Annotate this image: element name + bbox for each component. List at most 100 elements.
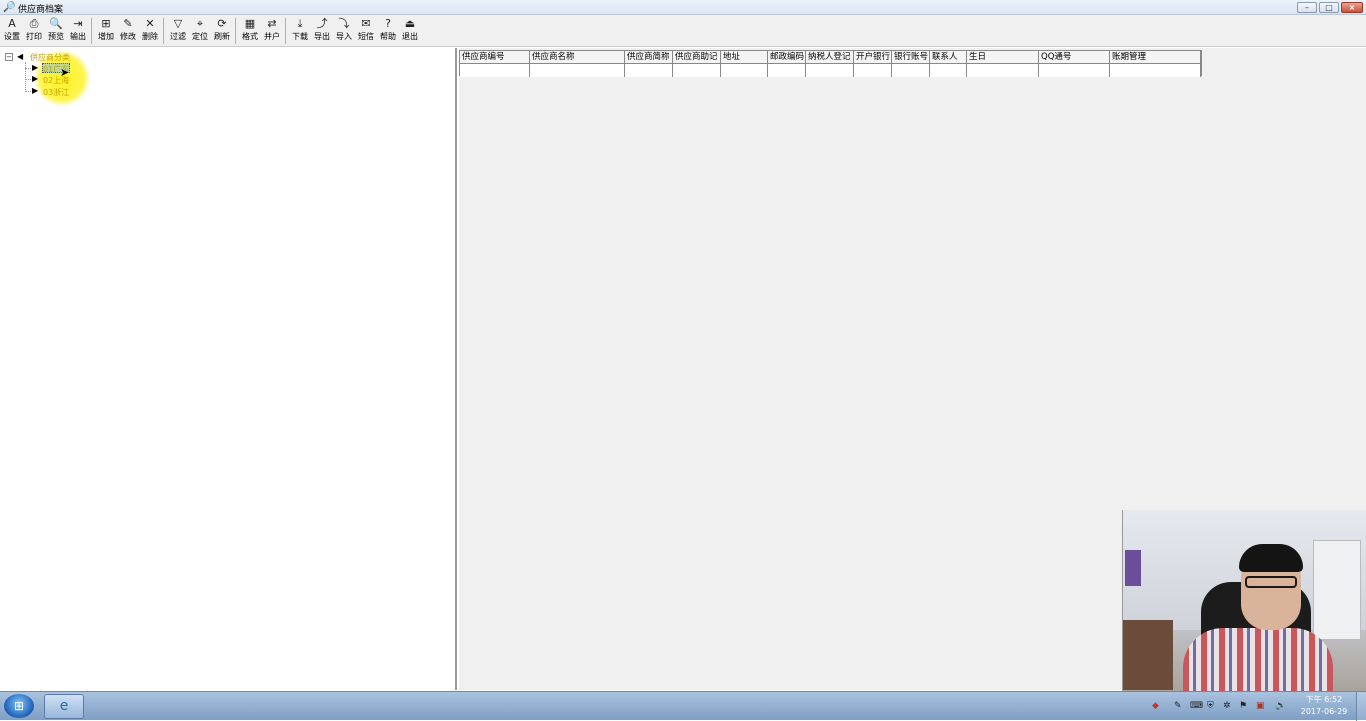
browser-icon: e xyxy=(59,698,69,714)
webcam-overlay xyxy=(1122,510,1366,691)
format-button[interactable]: ▦ 格式 xyxy=(239,17,261,45)
tray-shield-icon[interactable]: ⛨ xyxy=(1207,701,1214,711)
webcam-presenter-glasses xyxy=(1245,576,1297,588)
mouse-pointer-icon: ➤ xyxy=(60,66,70,79)
export-icon: ⤴ xyxy=(316,17,328,30)
toolbar-separator xyxy=(285,18,286,44)
toolbar-separator xyxy=(235,18,236,44)
column-header[interactable]: 银行账号 xyxy=(892,51,930,64)
tree-node-arrow-icon: ▶ xyxy=(32,74,39,83)
column-header[interactable]: 地址 xyxy=(721,51,768,64)
tray-app-icon[interactable]: ◆ xyxy=(1152,701,1159,711)
column-header[interactable]: 联系人 xyxy=(930,51,967,64)
merge-icon: ⇄ xyxy=(267,17,277,30)
column-header[interactable]: 供应商编号 xyxy=(460,51,530,64)
grid-cell[interactable] xyxy=(625,64,673,77)
tree-node-arrow-icon: ▶ xyxy=(32,63,39,72)
export-button[interactable]: ⤴ 导出 xyxy=(311,17,333,45)
format-icon: ▦ xyxy=(244,17,256,30)
start-button[interactable]: ⊞ xyxy=(4,694,34,718)
taskbar-app-button[interactable]: e xyxy=(44,694,84,719)
tray-network-icon[interactable]: ▣ xyxy=(1256,701,1265,711)
show-desktop-button[interactable] xyxy=(1356,692,1366,721)
maximize-button[interactable]: □ xyxy=(1319,2,1339,13)
close-button[interactable]: × xyxy=(1341,2,1363,13)
column-header[interactable]: 纳税人登记 xyxy=(806,51,854,64)
clock-time: 下午 6:52 xyxy=(1305,695,1343,704)
tray-settings-icon[interactable]: ✲ xyxy=(1223,701,1231,711)
output-button[interactable]: ⇥ 输出 xyxy=(67,17,89,45)
minimize-button[interactable]: – xyxy=(1297,2,1317,13)
download-icon: ⤓ xyxy=(297,17,303,30)
merge-button[interactable]: ⇄ 并户 xyxy=(261,17,283,45)
category-tree-panel: − ◀ 供应商分类 ▶ 01广东 ▶ 02上海 ▶ 03浙江 ➤ xyxy=(0,48,457,690)
webcam-fridge xyxy=(1313,540,1361,640)
grid-cell[interactable] xyxy=(1039,64,1110,77)
help-icon: ? xyxy=(385,17,391,30)
grid-cell[interactable] xyxy=(721,64,768,77)
table-row[interactable] xyxy=(460,64,1201,77)
grid-cell[interactable] xyxy=(967,64,1039,77)
exit-icon: ⏏ xyxy=(404,17,416,30)
import-icon: ⤵ xyxy=(338,17,350,30)
column-header[interactable]: 供应商名称 xyxy=(530,51,625,64)
sms-icon: ✉ xyxy=(361,17,371,30)
column-header[interactable]: 供应商助记 xyxy=(673,51,721,64)
column-header[interactable]: 供应商简称 xyxy=(625,51,673,64)
tray-volume-icon[interactable]: 🔈 xyxy=(1275,701,1286,711)
filter-button[interactable]: ▽ 过滤 xyxy=(167,17,189,45)
sms-button[interactable]: ✉ 短信 xyxy=(355,17,377,45)
edit-button[interactable]: ✎ 修改 xyxy=(117,17,139,45)
grid-cell[interactable] xyxy=(806,64,854,77)
add-button[interactable]: ⊞ 增加 xyxy=(95,17,117,45)
download-button[interactable]: ⤓ 下载 xyxy=(289,17,311,45)
preview-button[interactable]: 🔍 预览 xyxy=(45,17,67,45)
tray-input-icon[interactable]: ⌨ xyxy=(1190,701,1203,711)
help-button[interactable]: ? 帮助 xyxy=(377,17,399,45)
grid-cell[interactable] xyxy=(854,64,892,77)
exit-button[interactable]: ⏏ 退出 xyxy=(399,17,421,45)
grid-cell[interactable] xyxy=(1110,64,1201,77)
import-button[interactable]: ⤵ 导入 xyxy=(333,17,355,45)
locate-button[interactable]: ⌖ 定位 xyxy=(189,17,211,45)
tree-collapse-toggle[interactable]: − xyxy=(5,53,13,61)
supplier-grid[interactable]: 供应商编号 供应商名称 供应商简称 供应商助记 地址 邮政编码 纳税人登记 开户… xyxy=(459,50,1202,77)
column-header[interactable]: 账期管理 xyxy=(1110,51,1201,64)
grid-cell[interactable] xyxy=(892,64,930,77)
refresh-icon: ⟳ xyxy=(217,17,227,30)
webcam-presenter-hair xyxy=(1239,544,1303,572)
preview-icon: 🔍 xyxy=(49,17,63,30)
add-icon: ⊞ xyxy=(101,17,111,30)
locate-icon: ⌖ xyxy=(196,17,204,30)
grid-cell[interactable] xyxy=(460,64,530,77)
grid-cell[interactable] xyxy=(673,64,721,77)
tree-node-label[interactable]: 03浙江 xyxy=(43,87,69,98)
print-button[interactable]: ⎙ 打印 xyxy=(23,17,45,45)
settings-button[interactable]: A 设置 xyxy=(1,17,23,45)
tray-flag-icon[interactable]: ⚑ xyxy=(1239,701,1247,711)
grid-cell[interactable] xyxy=(768,64,806,77)
toolbar-separator xyxy=(163,18,164,44)
delete-icon: ✕ xyxy=(145,17,155,30)
column-header[interactable]: 邮政编码 xyxy=(768,51,806,64)
column-header[interactable]: 开户银行 xyxy=(854,51,892,64)
grid-cell[interactable] xyxy=(530,64,625,77)
clock-date: 2017-06-29 xyxy=(1300,707,1348,716)
taskbar-clock[interactable]: 下午 6:52 2017-06-29 xyxy=(1296,694,1352,718)
refresh-button[interactable]: ⟳ 刷新 xyxy=(211,17,233,45)
column-header[interactable]: QQ通号 xyxy=(1039,51,1110,64)
toolbar: A 设置 ⎙ 打印 🔍 预览 ⇥ 输出 ⊞ 增加 ✎ 修改 ✕ 删除 ▽ 过滤 … xyxy=(0,15,1366,47)
settings-icon: A xyxy=(8,17,16,30)
filter-icon: ▽ xyxy=(173,17,183,30)
grid-cell[interactable] xyxy=(930,64,967,77)
column-header[interactable]: 生日 xyxy=(967,51,1039,64)
grid-header: 供应商编号 供应商名称 供应商简称 供应商助记 地址 邮政编码 纳税人登记 开户… xyxy=(460,51,1201,64)
tree-root-label[interactable]: 供应商分类 xyxy=(30,52,70,63)
delete-button[interactable]: ✕ 删除 xyxy=(139,17,161,45)
webcam-presenter-shirt xyxy=(1183,628,1333,691)
window-title: 供应商档案 xyxy=(18,5,64,15)
title-bar: 🔎 供应商档案 – □ × xyxy=(0,0,1366,15)
app-icon: 🔎 xyxy=(3,2,16,13)
tray-pen-icon[interactable]: ✎ xyxy=(1174,701,1182,711)
edit-icon: ✎ xyxy=(123,17,133,30)
